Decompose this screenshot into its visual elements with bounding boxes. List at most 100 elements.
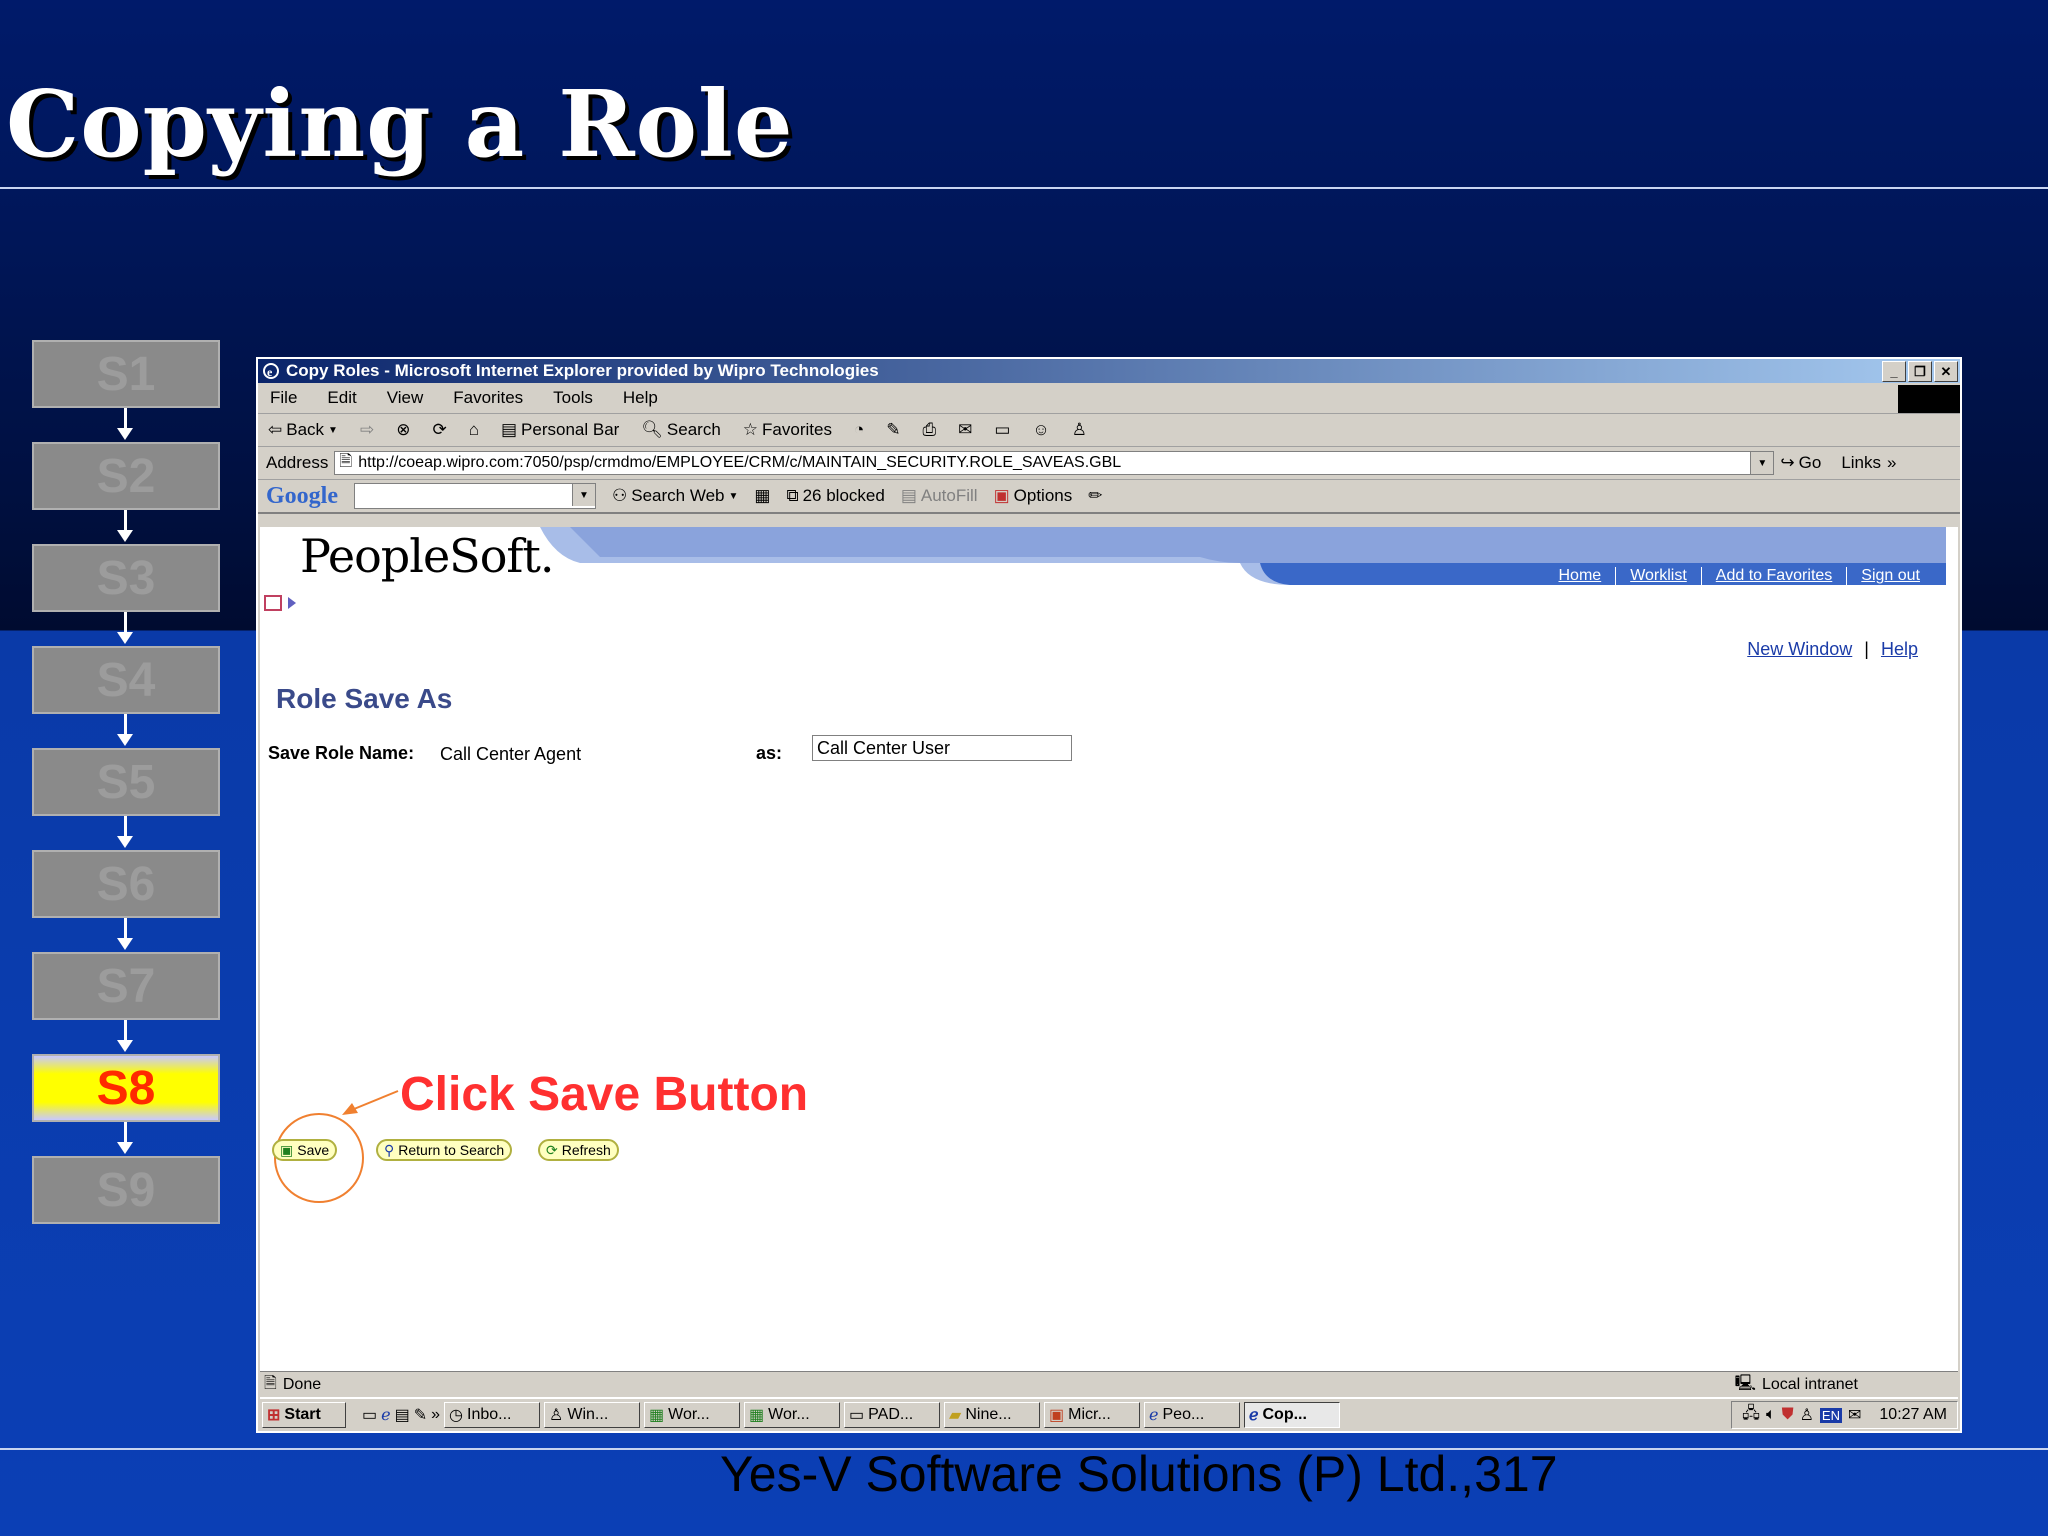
menu-tools[interactable]: Tools	[553, 388, 593, 408]
quicklaunch-tool-icon[interactable]: ✎	[414, 1405, 427, 1425]
contacts-button[interactable]: ♙	[1072, 420, 1087, 440]
save-button[interactable]: ▣ Save	[272, 1139, 338, 1161]
task-word-1[interactable]: ▦ Wor...	[644, 1402, 741, 1428]
menu-file[interactable]: File	[270, 388, 297, 408]
print-button[interactable]: ⎙	[923, 420, 937, 440]
task-peo[interactable]: ℯ Peo...	[1144, 1402, 1241, 1428]
menu-view[interactable]: View	[387, 388, 424, 408]
google-search-input[interactable]: ▼	[354, 483, 596, 509]
task-copy-roles[interactable]: ℯ Cop...	[1244, 1402, 1341, 1428]
go-button[interactable]: ↪ Go	[1780, 453, 1821, 473]
options-button[interactable]: ▣ Options	[994, 486, 1073, 506]
search-button[interactable]: 🔍︎ Search	[641, 420, 720, 440]
user-icon[interactable]: ♙	[1800, 1405, 1814, 1425]
menu-favorites[interactable]: Favorites	[453, 388, 523, 408]
close-button[interactable]: ✕	[1934, 361, 1958, 382]
expand-arrow-icon[interactable]	[288, 597, 296, 609]
mail-icon[interactable]: ✉	[1848, 1405, 1861, 1425]
personal-bar-label: Personal Bar	[521, 420, 620, 439]
as-label: as:	[756, 743, 783, 763]
task-nine[interactable]: ▰ Nine...	[944, 1402, 1041, 1428]
return-to-search-button[interactable]: ⚲ Return to Search	[376, 1139, 513, 1161]
menu-toggle-icon[interactable]	[264, 595, 282, 611]
language-indicator[interactable]: EN	[1819, 1407, 1842, 1423]
help-link[interactable]: Help	[1881, 639, 1918, 660]
network-icon[interactable]: 🖧︎	[1742, 1402, 1760, 1429]
svg-text:e: e	[267, 365, 273, 379]
clock-icon: ◷	[449, 1407, 463, 1424]
history-icon: ◔	[853, 420, 865, 439]
home-button[interactable]: ⌂	[469, 420, 479, 440]
save-label: Save	[297, 1142, 330, 1158]
forward-arrow-icon: ⇨	[359, 420, 375, 439]
system-tray: 🖧︎ 🔈︎ ⛊ ♙ EN ✉ 10:27 AM	[1731, 1401, 1958, 1429]
quicklaunch-ie-icon[interactable]: ℯ	[381, 1405, 390, 1425]
security-icon[interactable]: ⛊	[1782, 1406, 1794, 1424]
task-win[interactable]: ♙ Win...	[544, 1402, 641, 1428]
google-logo[interactable]: Google	[266, 483, 338, 510]
home-link[interactable]: Home	[1545, 567, 1616, 585]
menu-edit[interactable]: Edit	[327, 388, 356, 408]
refresh-button[interactable]: ⟳ Refresh	[538, 1139, 619, 1161]
task-label: Wor...	[768, 1406, 810, 1423]
address-input[interactable]: 🗎︎ http://coeap.wipro.com:7050/psp/crmdm…	[334, 451, 1775, 475]
link-separator: |	[1864, 639, 1869, 659]
discuss-button[interactable]: ▭	[994, 420, 1010, 440]
options-icon: ▣	[993, 486, 1010, 505]
mail-icon: ✉	[958, 420, 973, 439]
quicklaunch-desktop-icon[interactable]: ▭	[362, 1405, 377, 1425]
task-pad[interactable]: ▭ PAD...	[844, 1402, 941, 1428]
minimize-button[interactable]: _	[1882, 361, 1906, 382]
address-url: http://coeap.wipro.com:7050/psp/crmdmo/E…	[358, 454, 1122, 471]
chevron-down-icon: ▼	[728, 490, 739, 502]
worklist-link[interactable]: Worklist	[1615, 567, 1701, 585]
refresh-browser-button[interactable]: ⟳	[432, 420, 446, 440]
task-micr[interactable]: ▣ Micr...	[1044, 1402, 1141, 1428]
quicklaunch-more-icon[interactable]: »	[431, 1406, 440, 1424]
step-arrow	[117, 714, 133, 746]
start-button[interactable]: ⊞ Start	[262, 1402, 346, 1428]
sign-out-link[interactable]: Sign out	[1846, 567, 1934, 585]
history-button[interactable]: ◔	[854, 420, 864, 440]
mail-button[interactable]: ✉	[958, 420, 972, 440]
save-role-name-value: Call Center Agent	[440, 744, 582, 764]
restore-button[interactable]: ❐	[1908, 361, 1932, 382]
back-button[interactable]: ⇦ Back ▼	[268, 420, 338, 440]
google-toolbar: Google ▼ ⚇ Search Web ▼ ▦ ⧉ 26 blocked ▤…	[258, 480, 1960, 514]
news-button[interactable]: ▦	[754, 486, 770, 506]
autofill-button[interactable]: ▤ AutoFill	[901, 486, 978, 506]
new-role-name-input[interactable]	[812, 735, 1072, 761]
refresh-icon: ⟳	[546, 1141, 558, 1158]
popup-blocker-button[interactable]: ⧉ 26 blocked	[786, 486, 884, 506]
step-arrow	[117, 510, 133, 542]
step-arrow	[117, 1020, 133, 1052]
links-button[interactable]: Links	[1841, 453, 1881, 473]
favorites-button[interactable]: ☆ Favorites	[743, 420, 832, 440]
contacts-icon: ♙	[1071, 420, 1088, 439]
task-inbox[interactable]: ◷ Inbo...	[444, 1402, 541, 1428]
highlight-button[interactable]: ✏	[1088, 486, 1102, 506]
chevron-right-icon[interactable]: »	[1887, 453, 1896, 473]
step-s8-active: S8	[32, 1054, 220, 1122]
task-label: Win...	[567, 1406, 609, 1423]
windows-logo-icon	[1898, 385, 1960, 413]
task-word-2[interactable]: ▦ Wor...	[744, 1402, 841, 1428]
personal-bar-button[interactable]: ▤ Personal Bar	[501, 420, 619, 440]
step-s3: S3	[32, 544, 220, 612]
volume-icon[interactable]: 🔈︎	[1766, 1406, 1776, 1424]
add-to-favorites-link[interactable]: Add to Favorites	[1700, 567, 1847, 585]
address-dropdown-icon[interactable]: ▼	[1750, 452, 1774, 474]
quicklaunch-outlook-icon[interactable]: ▤	[395, 1405, 410, 1425]
menu-help[interactable]: Help	[623, 388, 658, 408]
page-status-icon: 🗎︎	[264, 1374, 277, 1392]
forward-button[interactable]: ⇨	[360, 420, 374, 440]
go-arrow-icon: ↪	[1780, 453, 1795, 472]
edit-button[interactable]: ✎	[886, 420, 900, 440]
messenger-button[interactable]: ☺	[1032, 420, 1049, 440]
page-top-links: New Window | Help	[1747, 639, 1918, 660]
zone-text: Local intranet	[1761, 1376, 1858, 1393]
new-window-link[interactable]: New Window	[1747, 639, 1852, 660]
search-web-button[interactable]: ⚇ Search Web ▼	[612, 486, 738, 506]
google-dropdown-icon[interactable]: ▼	[572, 484, 595, 506]
stop-button[interactable]: ⊗	[396, 420, 410, 440]
